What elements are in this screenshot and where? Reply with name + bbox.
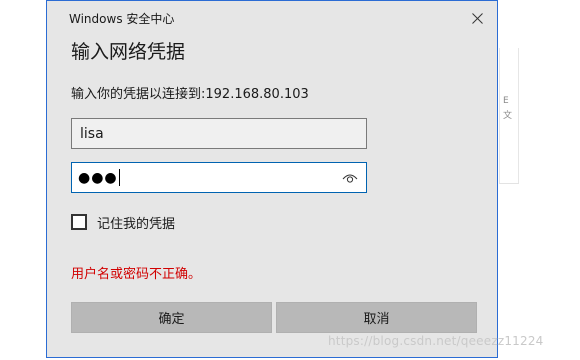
error-message: 用户名或密码不正确。	[71, 267, 202, 282]
password-mask: ●●●	[78, 169, 118, 186]
watermark: https://blog.csdn.net/qeeezz11224	[328, 334, 544, 348]
close-icon	[471, 12, 483, 24]
ok-button[interactable]: 确定	[71, 302, 272, 333]
password-input[interactable]: ●●●	[71, 162, 367, 193]
connect-description: 输入你的凭据以连接到:192.168.80.103	[71, 87, 309, 102]
background-glyph: E	[503, 96, 509, 106]
window-title: Windows 安全中心	[69, 12, 175, 26]
background-divider	[499, 183, 519, 184]
username-value: lisa	[80, 125, 104, 142]
close-button[interactable]	[465, 7, 489, 29]
credential-dialog: Windows 安全中心 输入网络凭据 输入你的凭据以连接到:192.168.8…	[46, 0, 498, 358]
username-input[interactable]: lisa	[71, 118, 367, 149]
dialog-heading: 输入网络凭据	[71, 41, 186, 63]
background-glyph: 文	[503, 111, 513, 121]
text-caret	[118, 169, 120, 186]
remember-credentials-row[interactable]: 记住我的凭据	[71, 212, 175, 232]
remember-label: 记住我的凭据	[97, 216, 176, 232]
remember-checkbox[interactable]	[71, 214, 87, 230]
title-bar: Windows 安全中心	[47, 1, 497, 35]
eye-icon	[342, 174, 358, 183]
cancel-button[interactable]: 取消	[276, 302, 477, 333]
reveal-password-button[interactable]	[340, 169, 360, 187]
